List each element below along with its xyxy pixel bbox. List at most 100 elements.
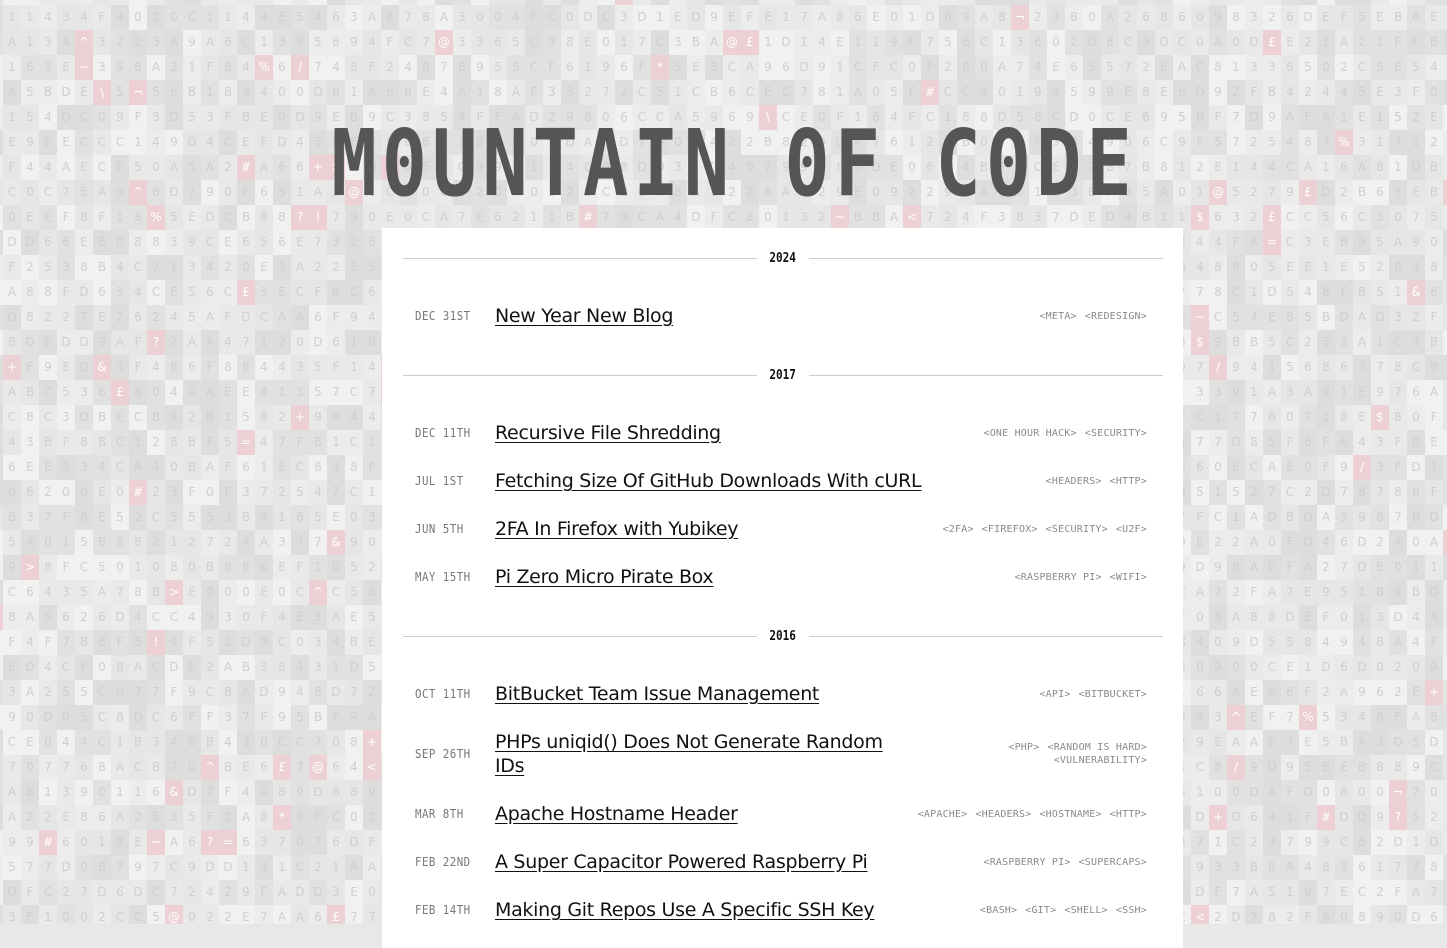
tag-link[interactable]: <PHP> (1008, 742, 1039, 753)
hex-cell: A (1245, 730, 1263, 755)
hex-cell: 2 (183, 405, 201, 430)
tag-link[interactable]: <U2F> (1116, 524, 1147, 535)
hex-cell: 5 (1389, 105, 1407, 130)
post-date: FEB 22ND (415, 855, 471, 869)
hex-cell: A (363, 855, 381, 880)
hex-cell: C (39, 180, 57, 205)
hex-cell: 7 (201, 530, 219, 555)
tag-link[interactable]: <HOSTNAME> (1039, 809, 1101, 820)
hex-cell: 1 (651, 5, 669, 30)
tag-link[interactable]: <SECURITY> (1046, 524, 1108, 535)
post-title-link[interactable]: New Year New Blog (495, 304, 673, 328)
divider (808, 257, 1163, 259)
hex-cell: C (1443, 80, 1447, 105)
hex-cell: 4 (1317, 80, 1335, 105)
tag-link[interactable]: <BASH> (980, 905, 1017, 916)
hex-cell: 6 (1353, 855, 1371, 880)
hex-cell: C (75, 105, 93, 130)
post-title-link[interactable]: BitBucket Team Issue Management (495, 682, 819, 706)
hex-cell: D (3, 305, 21, 330)
hex-cell: 6 (165, 80, 183, 105)
hex-cell: 1 (1227, 55, 1245, 80)
hex-cell: 1 (1245, 380, 1263, 405)
post-title-link[interactable]: Recursive File Shredding (495, 421, 721, 445)
hex-cell: A (453, 80, 471, 105)
hex-cell: 0 (345, 505, 363, 530)
post-title-link[interactable]: PHPs uniqid() Does Not Generate Random I… (495, 730, 895, 778)
tag-link[interactable]: <SUPERCAPS> (1079, 857, 1147, 868)
hex-cell: 1 (327, 430, 345, 455)
hex-cell: E (219, 380, 237, 405)
hex-cell: 0 (1191, 30, 1209, 55)
tag-link[interactable]: <2FA> (943, 524, 974, 535)
tag-link[interactable]: <SECURITY> (1085, 428, 1147, 439)
tag-link[interactable]: <HEADERS> (975, 809, 1031, 820)
hex-cell: 1 (993, 30, 1011, 55)
hex-cell: F (1281, 430, 1299, 455)
tag-link[interactable]: <FIREFOX> (982, 524, 1038, 535)
tag-link[interactable]: <RASPBERRY PI> (983, 857, 1070, 868)
tag-link[interactable]: <VULNERABILITY> (1054, 755, 1147, 766)
hex-cell: 1 (273, 855, 291, 880)
tag-link[interactable]: <SHELL> (1064, 905, 1108, 916)
hex-cell: 2 (1353, 30, 1371, 55)
tag-link[interactable]: <APACHE> (918, 809, 968, 820)
tag-link[interactable]: <HTTP> (1110, 476, 1147, 487)
hex-cell: 5 (507, 30, 525, 55)
hex-cell: 2 (1119, 5, 1137, 30)
hex-cell: F (3, 255, 21, 280)
hex-cell: 4 (165, 305, 183, 330)
tag-link[interactable]: <API> (1039, 689, 1070, 700)
tag-link[interactable]: <SSH> (1116, 905, 1147, 916)
hex-cell: 3 (57, 580, 75, 605)
hex-cell: A (237, 530, 255, 555)
tag-link[interactable]: <RANDOM IS HARD> (1047, 742, 1147, 753)
hex-cell: 9 (255, 630, 273, 655)
hex-cell: # (1317, 805, 1335, 830)
hex-cell: 3 (1209, 705, 1227, 730)
hex-cell: E (831, 30, 849, 55)
tag-link[interactable]: <WIFI> (1110, 572, 1147, 583)
hex-cell: 7 (1407, 855, 1425, 880)
post-title-link[interactable]: A Super Capacitor Powered Raspberry Pi (495, 850, 868, 874)
hex-cell: 5 (1353, 5, 1371, 30)
hex-cell: 9 (543, 30, 561, 55)
tag-link[interactable]: <REDESIGN> (1085, 311, 1147, 322)
hex-cell: D (111, 605, 129, 630)
tag-link[interactable]: <META> (1039, 311, 1076, 322)
hex-cell: 7 (147, 255, 165, 280)
site-title[interactable]: M0UNTAIN 0F C0DE (141, 113, 1328, 214)
tag-link[interactable]: <HEADERS> (1046, 476, 1102, 487)
hex-cell: 3 (255, 830, 273, 855)
hex-cell: 6 (183, 830, 201, 855)
tag-link[interactable]: <GIT> (1025, 905, 1056, 916)
hex-cell: C (1335, 830, 1353, 855)
post-title-link[interactable]: Pi Zero Micro Pirate Box (495, 565, 714, 589)
hex-cell: 0 (1443, 580, 1447, 605)
hex-cell: 3 (111, 355, 129, 380)
hex-cell: 7 (1227, 405, 1245, 430)
hex-cell: 9 (183, 30, 201, 55)
hex-cell: E (93, 305, 111, 330)
post-title-link[interactable]: Fetching Size Of GitHub Downloads With c… (495, 469, 922, 493)
hex-cell: C (399, 30, 417, 55)
hex-cell: A (849, 80, 867, 105)
hex-cell: B (237, 505, 255, 530)
hex-cell: D (1227, 805, 1245, 830)
hex-cell: A (21, 680, 39, 705)
tag-link[interactable]: <RASPBERRY PI> (1015, 572, 1102, 583)
post-title-link[interactable]: Making Git Repos Use A Specific SSH Key (495, 898, 875, 922)
hex-cell: 8 (237, 355, 255, 380)
hex-cell: 9 (183, 230, 201, 255)
tag-link[interactable]: <BITBUCKET> (1079, 689, 1147, 700)
hex-cell: 8 (111, 530, 129, 555)
hex-cell: D (57, 330, 75, 355)
hex-cell: 8 (1425, 255, 1443, 280)
hex-cell: A (1353, 330, 1371, 355)
hex-cell: @ (309, 755, 327, 780)
tag-link[interactable]: <ONE HOUR HACK> (983, 428, 1076, 439)
post-title-link[interactable]: 2FA In Firefox with Yubikey (495, 517, 739, 541)
tag-link[interactable]: <HTTP> (1110, 809, 1147, 820)
hex-cell: A (1281, 855, 1299, 880)
post-title-link[interactable]: Apache Hostname Header (495, 802, 738, 826)
